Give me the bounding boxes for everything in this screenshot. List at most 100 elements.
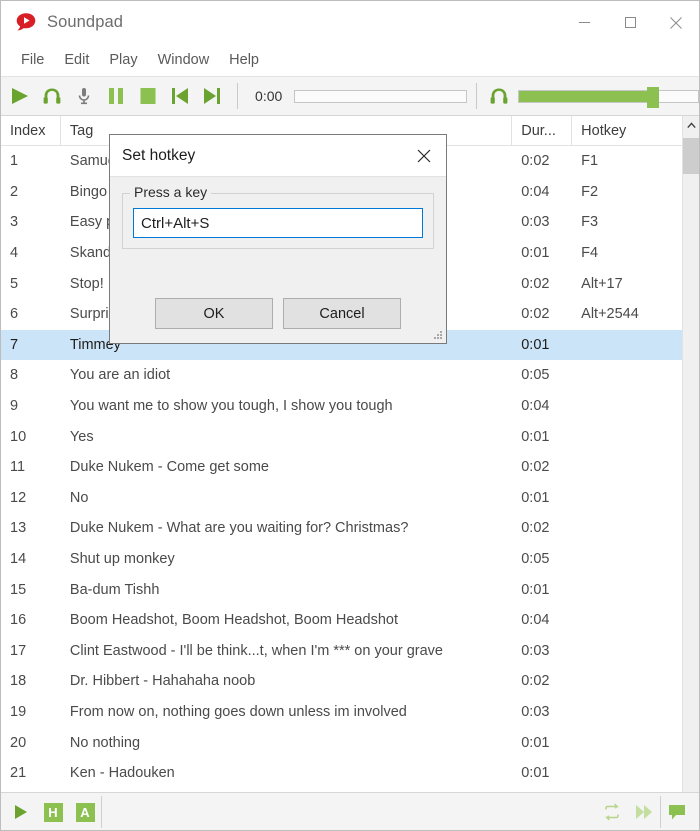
hotkeys-badge-label: H <box>43 802 63 822</box>
row-tag: Clint Eastwood - I'll be think...t, when… <box>69 642 443 659</box>
previous-button[interactable] <box>164 80 196 113</box>
app-title: Soundpad <box>47 13 124 31</box>
hotkey-input[interactable] <box>133 208 423 238</box>
window-controls <box>561 1 699 44</box>
volume-control <box>488 86 699 108</box>
table-row[interactable]: 21 Ken - Hadouken 0:01 <box>1 758 682 789</box>
row-tag: Dr. Hibbert - Hahahaha noob <box>69 673 256 690</box>
scroll-up-button[interactable] <box>683 116 699 134</box>
row-hotkey: Alt+17 <box>581 275 623 292</box>
table-row[interactable]: 11 Duke Nukem - Come get some 0:02 <box>1 452 682 483</box>
list-scrollbar[interactable] <box>682 116 699 792</box>
column-header-index[interactable]: Index <box>1 116 61 146</box>
row-duration: 0:05 <box>521 551 550 568</box>
row-duration: 0:01 <box>521 581 550 598</box>
menu-item-play[interactable]: Play <box>99 49 147 71</box>
scrollbar-track[interactable] <box>683 134 699 792</box>
table-row[interactable]: 16 Boom Headshot, Boom Headshot, Boom Hea… <box>1 605 682 636</box>
row-duration: 0:02 <box>521 306 550 323</box>
table-row[interactable]: 12 No 0:01 <box>1 483 682 514</box>
row-index: 17 <box>10 642 27 659</box>
row-duration: 0:01 <box>521 336 550 353</box>
row-tag: You want me to show you tough, I show yo… <box>69 398 393 415</box>
row-duration: 0:02 <box>521 459 550 476</box>
row-tag: Ba-dum Tishh <box>69 581 160 598</box>
autoplay-toggle-button[interactable]: A <box>69 796 101 828</box>
table-row[interactable]: 10 Yes 0:01 <box>1 421 682 452</box>
column-header-duration[interactable]: Dur... <box>512 116 573 146</box>
menu-item-file[interactable]: File <box>11 49 54 71</box>
scrollbar-thumb[interactable] <box>683 138 699 174</box>
row-duration: 0:02 <box>521 275 550 292</box>
press-a-key-label: Press a key <box>130 184 212 200</box>
row-duration: 0:02 <box>521 673 550 690</box>
menu-item-help[interactable]: Help <box>219 49 269 71</box>
stop-icon <box>140 88 156 104</box>
dialog-buttons: OK Cancel <box>110 298 446 329</box>
play-icon <box>15 805 27 819</box>
stop-button[interactable] <box>132 80 164 113</box>
volume-slider[interactable] <box>517 86 699 108</box>
row-index: 15 <box>10 581 27 598</box>
row-duration: 0:01 <box>521 489 550 506</box>
row-duration: 0:04 <box>521 612 550 629</box>
row-index: 3 <box>10 214 19 231</box>
row-tag: Duke Nukem - What are you waiting for? C… <box>69 520 409 537</box>
close-button[interactable] <box>653 1 699 44</box>
table-row[interactable]: 14 Shut up monkey 0:05 <box>1 544 682 575</box>
table-row[interactable]: 8 You are an idiot 0:05 <box>1 360 682 391</box>
skip-forward-button[interactable] <box>628 796 660 828</box>
maximize-button[interactable] <box>607 1 653 44</box>
pause-button[interactable] <box>100 80 132 113</box>
table-row[interactable]: 20 No nothing 0:01 <box>1 727 682 758</box>
toolbar-divider <box>237 83 239 109</box>
table-row[interactable]: 17 Clint Eastwood - I'll be think...t, wh… <box>1 636 682 667</box>
dialog-titlebar: Set hotkey <box>110 135 446 177</box>
row-duration: 0:02 <box>521 520 550 537</box>
next-button[interactable] <box>196 80 228 113</box>
minimize-icon <box>578 22 590 23</box>
resize-grip-icon[interactable] <box>432 329 444 341</box>
loop-toggle-button[interactable] <box>596 796 628 828</box>
play-status-button[interactable] <box>5 796 37 828</box>
toolbar-divider-2 <box>475 83 477 109</box>
dialog-close-button[interactable] <box>402 135 446 176</box>
menu-item-window[interactable]: Window <box>148 49 220 71</box>
statusbar-divider <box>101 796 102 828</box>
row-tag: Duke Nukem - Come get some <box>69 459 269 476</box>
row-index: 7 <box>10 336 19 353</box>
seek-slider[interactable] <box>294 89 467 103</box>
menu-item-edit[interactable]: Edit <box>54 49 99 71</box>
volume-fill <box>518 90 654 102</box>
table-row[interactable]: 9 You want me to show you tough, I show y… <box>1 391 682 422</box>
table-row[interactable]: 18 Dr. Hibbert - Hahahaha noob 0:02 <box>1 666 682 697</box>
cancel-button[interactable]: Cancel <box>283 298 401 329</box>
row-index: 9 <box>10 398 19 415</box>
row-index: 16 <box>10 612 27 629</box>
row-index: 4 <box>10 245 19 262</box>
row-duration: 0:03 <box>521 703 550 720</box>
microphone-button[interactable] <box>68 80 100 113</box>
table-row[interactable]: 19 From now on, nothing goes down unless … <box>1 697 682 728</box>
row-index: 19 <box>10 703 27 720</box>
headphones-button[interactable] <box>36 80 68 113</box>
minimize-button[interactable] <box>561 1 607 44</box>
play-button[interactable] <box>4 80 36 113</box>
row-index: 6 <box>10 306 19 323</box>
table-row[interactable]: 13 Duke Nukem - What are you waiting for?… <box>1 513 682 544</box>
row-index: 14 <box>10 551 27 568</box>
headphones-icon <box>43 88 61 104</box>
row-duration: 0:01 <box>521 734 550 751</box>
pause-icon <box>109 88 124 104</box>
hotkeys-toggle-button[interactable]: H <box>37 796 69 828</box>
table-row[interactable]: 15 Ba-dum Tishh 0:01 <box>1 574 682 605</box>
speech-bubble-button[interactable] <box>661 796 693 828</box>
autoplay-badge-label: A <box>75 802 95 822</box>
volume-thumb[interactable] <box>647 86 660 108</box>
row-index: 2 <box>10 183 19 200</box>
soundpad-window: Soundpad File Edit Play Window Help 0:00… <box>0 0 700 831</box>
row-tag: No <box>69 489 89 506</box>
maximize-icon <box>624 17 636 28</box>
ok-button[interactable]: OK <box>155 298 273 329</box>
column-header-hotkey[interactable]: Hotkey <box>572 116 682 146</box>
